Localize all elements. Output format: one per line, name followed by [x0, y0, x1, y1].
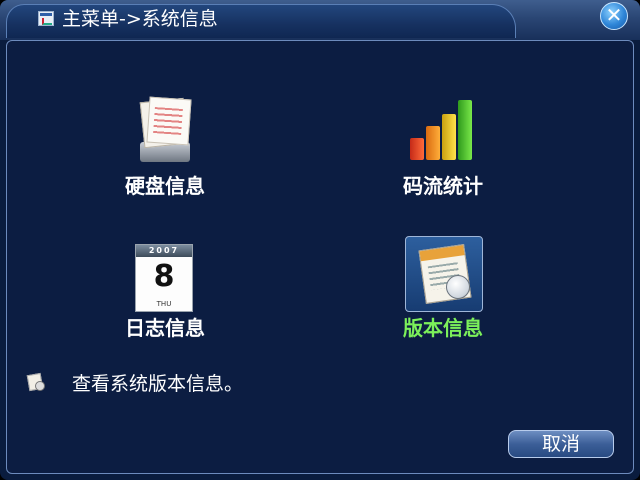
system-info-window: 主菜单->系统信息 ✕ 硬盘信息 码流统计 2007 8 THU 日志信息 版本…	[0, 0, 640, 480]
menu-item-version-info[interactable]: 版本信息	[378, 234, 508, 340]
calendar-day: 8	[153, 259, 175, 294]
menu-item-label: 码流统计	[403, 174, 483, 198]
menu-item-label: 日志信息	[125, 316, 205, 340]
hard-disk-icon	[138, 96, 192, 164]
status-description: 查看系统版本信息。	[72, 373, 244, 395]
menu-item-hard-disk-info[interactable]: 硬盘信息	[100, 96, 230, 198]
menu-item-label: 硬盘信息	[125, 174, 205, 198]
title-bar: 主菜单->系统信息 ✕	[0, 0, 640, 40]
window-app-icon	[38, 11, 54, 26]
calendar-weekday: THU	[156, 300, 172, 308]
menu-item-stream-statistics[interactable]: 码流统计	[378, 96, 508, 198]
close-button[interactable]: ✕	[600, 2, 628, 30]
menu-item-label-selected: 版本信息	[403, 316, 483, 340]
version-info-icon	[405, 236, 483, 312]
calendar-log-icon: 2007 8 THU	[135, 244, 193, 312]
bar-chart-icon	[408, 98, 478, 164]
calendar-year: 2007	[136, 245, 192, 257]
cancel-button[interactable]: 取消	[508, 430, 614, 458]
info-note-icon	[26, 372, 45, 392]
window-title: 主菜单->系统信息	[62, 8, 218, 30]
menu-item-log-info[interactable]: 2007 8 THU 日志信息	[100, 240, 230, 340]
